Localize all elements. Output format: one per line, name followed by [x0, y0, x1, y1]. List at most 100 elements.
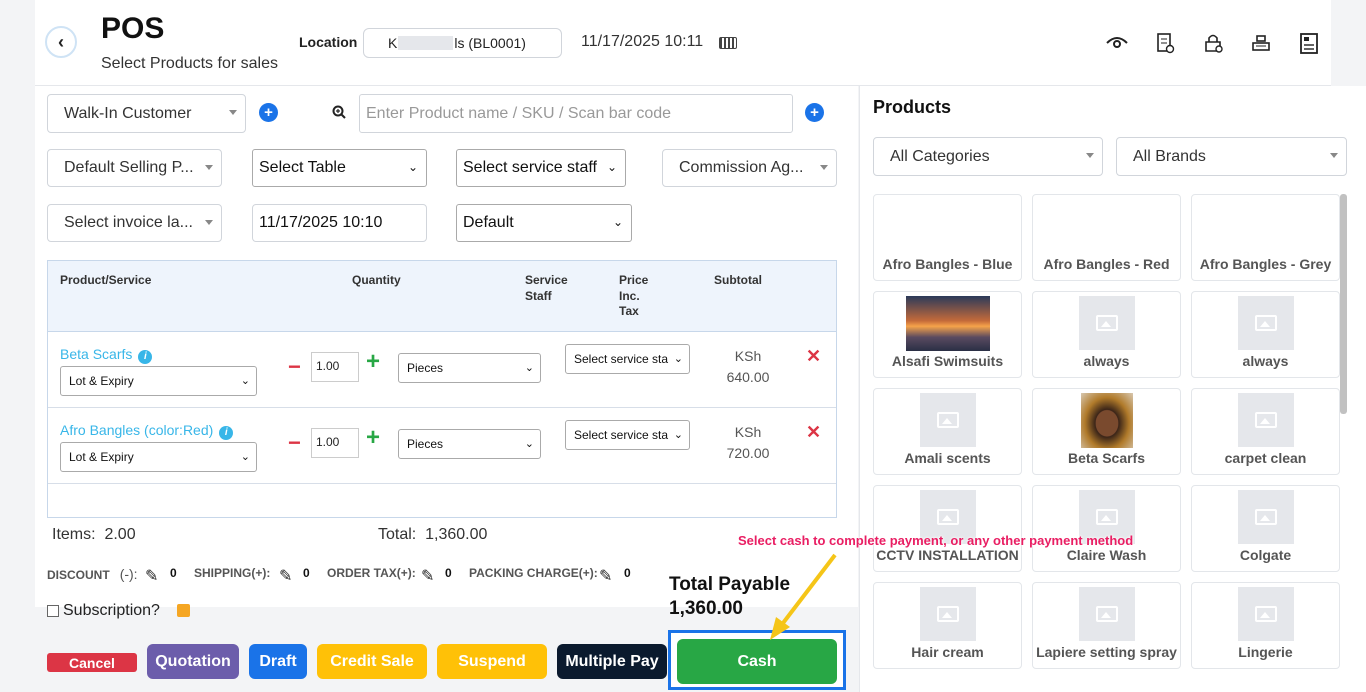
remove-row-icon[interactable]: ✕	[806, 422, 821, 443]
page-title: POS	[101, 12, 165, 45]
decrease-qty-button[interactable]: −	[288, 356, 301, 378]
product-card[interactable]: Claire Wash	[1032, 485, 1181, 572]
order-tax-value: 0	[445, 566, 452, 580]
quantity-input[interactable]: 1.00	[311, 428, 359, 458]
credit-sale-button[interactable]: Credit Sale	[317, 644, 427, 679]
product-card[interactable]: Lingerie	[1191, 582, 1340, 669]
image-placeholder-icon	[1238, 393, 1294, 447]
image-placeholder-icon	[1238, 296, 1294, 350]
total-amount: Total: 1,360.00	[378, 526, 488, 543]
brand-value: All Brands	[1133, 147, 1206, 165]
product-card[interactable]: Afro Bangles - Red	[1032, 194, 1181, 281]
product-card[interactable]: always	[1032, 291, 1181, 378]
products-scrollbar[interactable]	[1340, 194, 1347, 414]
products-panel: Products All Categories All Brands Afro …	[859, 86, 1366, 692]
top-header: ‹ POS Select Products for sales Location…	[35, 0, 1331, 86]
packing-charge-modifier: PACKING CHARGE(+):	[469, 566, 598, 580]
row-service-staff-select[interactable]: Select service sta ⌄	[565, 420, 690, 450]
cash-register-icon[interactable]	[1248, 30, 1274, 56]
row-subtotal: KSh 640.00	[726, 348, 770, 385]
back-button[interactable]: ‹	[45, 26, 77, 58]
customer-value: Walk-In Customer	[64, 104, 192, 122]
customer-select[interactable]: Walk-In Customer	[47, 94, 246, 133]
keyboard-icon[interactable]	[719, 37, 737, 49]
annotation-arrow	[770, 553, 837, 640]
row-service-staff-select[interactable]: Select service sta ⌄	[565, 344, 690, 374]
product-name-link[interactable]: Afro Bangles (color:Red) i	[60, 422, 234, 440]
close-register-icon[interactable]	[1200, 30, 1226, 56]
quantity-input[interactable]: 1.00	[311, 352, 359, 382]
cancel-button[interactable]: Cancel	[47, 653, 137, 672]
subscription-checkbox[interactable]: Subscription?	[47, 602, 160, 620]
product-name-link[interactable]: Beta Scarfs i	[60, 346, 153, 364]
multiple-pay-button[interactable]: Multiple Pay	[557, 644, 667, 679]
remove-row-icon[interactable]: ✕	[806, 346, 821, 367]
add-customer-button[interactable]: +	[259, 103, 278, 122]
eye-icon[interactable]	[1104, 30, 1130, 56]
cart-table: Product/Service Quantity Service Staff P…	[47, 260, 837, 518]
edit-packing-icon[interactable]: ✎	[599, 566, 612, 586]
subscription-info-icon[interactable]	[177, 604, 190, 617]
product-card[interactable]: Lapiere setting spray	[1032, 582, 1181, 669]
discount-value: 0	[170, 566, 177, 580]
discount-modifier: DISCOUNT (-):	[47, 566, 138, 582]
product-card[interactable]: Beta Scarfs	[1032, 388, 1181, 475]
edit-tax-icon[interactable]: ✎	[421, 566, 434, 586]
info-icon[interactable]: i	[219, 426, 234, 440]
draft-button[interactable]: Draft	[249, 644, 307, 679]
service-staff-value: Select service staff	[463, 159, 597, 176]
register-report-icon[interactable]	[1152, 30, 1178, 56]
product-card[interactable]: Alsafi Swimsuits	[873, 291, 1022, 378]
category-value: All Categories	[890, 147, 990, 165]
edit-shipping-icon[interactable]: ✎	[279, 566, 292, 586]
products-title: Products	[873, 97, 952, 117]
invoice-layout-select[interactable]: Select invoice la...	[47, 204, 222, 242]
location-field[interactable]: K ls (BL0001)	[363, 28, 562, 58]
info-icon[interactable]: i	[138, 350, 153, 364]
cash-button[interactable]: Cash	[677, 639, 837, 684]
order-tax-modifier: ORDER TAX(+):	[327, 566, 416, 580]
recent-transactions-icon[interactable]	[1296, 30, 1322, 56]
category-select[interactable]: All Categories	[873, 137, 1103, 176]
edit-discount-icon[interactable]: ✎	[145, 566, 158, 586]
location-label: Location	[299, 34, 358, 50]
product-card[interactable]: carpet clean	[1191, 388, 1340, 475]
location-prefix: K	[388, 35, 398, 51]
product-search-input[interactable]: Enter Product name / SKU / Scan bar code	[359, 94, 793, 133]
product-card[interactable]: Colgate	[1191, 485, 1340, 572]
product-card[interactable]: Afro Bangles - Grey	[1191, 194, 1340, 281]
header-subtotal: Subtotal	[714, 273, 762, 287]
add-product-button[interactable]: +	[805, 103, 824, 122]
service-staff-select[interactable]: Select service staff ⌄	[456, 149, 626, 187]
decrease-qty-button[interactable]: −	[288, 432, 301, 454]
product-card[interactable]: always	[1191, 291, 1340, 378]
product-photo	[1081, 393, 1133, 448]
lot-expiry-select[interactable]: Lot & Expiry ⌄	[60, 442, 257, 472]
product-card[interactable]: CCTV INSTALLATION	[873, 485, 1022, 572]
product-card[interactable]: Amali scents	[873, 388, 1022, 475]
unit-select[interactable]: Pieces ⌄	[398, 429, 541, 459]
header-product: Product/Service	[60, 273, 152, 287]
image-placeholder-icon	[1079, 587, 1135, 641]
product-card-name: Afro Bangles - Grey	[1199, 256, 1332, 272]
subscription-label: Subscription?	[63, 602, 160, 619]
selling-price-group-select[interactable]: Default Selling P...	[47, 149, 222, 187]
product-card[interactable]: Hair cream	[873, 582, 1022, 669]
increase-qty-button[interactable]: +	[366, 350, 380, 374]
price-default-select[interactable]: Default ⌄	[456, 204, 632, 242]
suspend-button[interactable]: Suspend	[437, 644, 547, 679]
quotation-button[interactable]: Quotation	[147, 644, 239, 679]
product-card-name: Lingerie	[1238, 644, 1293, 660]
increase-qty-button[interactable]: +	[366, 426, 380, 450]
transaction-date-input[interactable]: 11/17/2025 10:10	[252, 204, 427, 242]
product-card-name: Claire Wash	[1066, 547, 1147, 563]
product-card[interactable]: Afro Bangles - Blue	[873, 194, 1022, 281]
price-default-value: Default	[463, 214, 514, 231]
lot-expiry-select[interactable]: Lot & Expiry ⌄	[60, 366, 257, 396]
unit-select[interactable]: Pieces ⌄	[398, 353, 541, 383]
product-card-name: Amali scents	[904, 450, 991, 466]
table-select[interactable]: Select Table ⌄	[252, 149, 427, 187]
product-card-name: always	[1242, 353, 1289, 369]
commission-agent-select[interactable]: Commission Ag...	[662, 149, 837, 187]
brand-select[interactable]: All Brands	[1116, 137, 1347, 176]
